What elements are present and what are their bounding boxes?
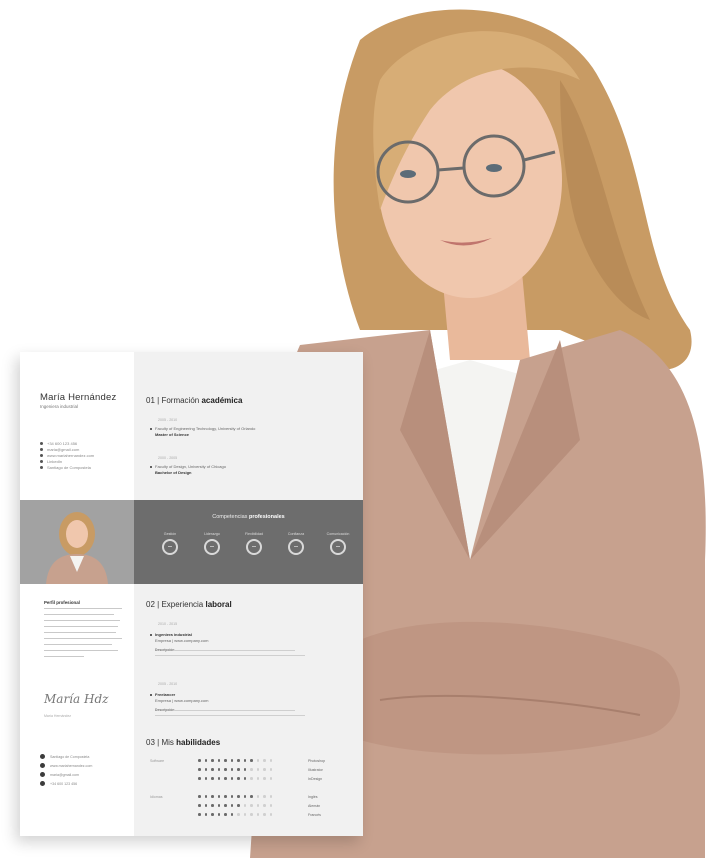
profile-photo-image <box>46 512 108 584</box>
skill-category: Idiomas <box>150 794 163 799</box>
skill-name: Francés <box>308 812 321 817</box>
education-title: 01 | Formación académica <box>146 396 243 405</box>
competency-item: Confianza <box>280 532 312 555</box>
competency-item: Comunicación <box>322 532 354 555</box>
resume-card: María Hernández Ingeniera industrial +34… <box>20 352 363 836</box>
signature: María Hdz <box>44 692 109 706</box>
skill-row: InDesign <box>150 774 350 783</box>
skill-level <box>198 804 302 807</box>
skill-row: Software Photoshop <box>150 756 350 765</box>
profile-text <box>44 608 124 662</box>
contact-item: www.mariahernandez.com <box>40 452 94 458</box>
profile-title: Perfil profesional <box>44 600 80 605</box>
experience-description: Descripción <box>155 708 315 718</box>
skills-group: Software Photoshop Illustrator InDesign <box>150 756 350 783</box>
skill-level <box>198 759 302 762</box>
skill-row: Alemán <box>150 801 350 810</box>
skill-level <box>198 777 302 780</box>
web-icon <box>40 453 43 457</box>
skill-row: Illustrator <box>150 765 350 774</box>
gauge-icon <box>204 539 220 555</box>
skills-title: 03 | Mis habilidades <box>146 738 221 747</box>
location-icon <box>40 465 43 469</box>
experience-years: 2005 - 2010 <box>158 682 178 686</box>
skill-name: Alemán <box>308 803 321 808</box>
gauge-icon <box>246 539 262 555</box>
contact-item: Santiago de Compostela <box>40 464 94 470</box>
skill-name: Illustrator <box>308 767 323 772</box>
email-icon <box>40 772 45 777</box>
education-years: 2000 - 2005 <box>158 456 178 460</box>
contact-item: www.mariahernandez.com <box>40 761 92 770</box>
phone-icon <box>40 781 45 786</box>
competencies-title: Competencias profesionales <box>212 514 285 520</box>
competency-item: Flexibilidad <box>238 532 270 555</box>
resume-job-title: Ingeniera industrial <box>40 404 79 409</box>
web-icon <box>40 763 45 768</box>
skill-level <box>198 813 302 816</box>
resume-name: María Hernández <box>40 392 117 403</box>
competency-item: Liderazgo <box>196 532 228 555</box>
education-years: 2005 - 2010 <box>158 418 178 422</box>
skills-group: Idiomas Inglés Alemán Francés <box>150 792 350 819</box>
gauge-icon <box>288 539 304 555</box>
profile-photo <box>20 500 134 584</box>
signature-caption: María Hernández <box>44 714 72 718</box>
experience-title: 02 | Experiencia laboral <box>146 600 232 609</box>
contact-item: maria@gmail.com <box>40 770 92 779</box>
gauge-icon <box>162 539 178 555</box>
phone-icon <box>40 441 43 445</box>
skill-row: Idiomas Inglés <box>150 792 350 801</box>
skill-name: InDesign <box>308 776 323 781</box>
experience-description: Descripción <box>155 648 315 658</box>
contact-item: Santiago de Compostela <box>40 752 92 761</box>
skill-level <box>198 768 302 771</box>
competency-item: Gestión <box>154 532 186 555</box>
email-icon <box>40 447 43 451</box>
experience-entry: Freelancer Empresa | www.company.com <box>150 692 208 703</box>
gauge-icon <box>330 539 346 555</box>
skill-level <box>198 795 302 798</box>
location-icon <box>40 754 45 759</box>
experience-entry: Ingeniera industrial Empresa | www.compa… <box>150 632 208 643</box>
experience-years: 2010 - 2015 <box>158 622 178 626</box>
contact-list-secondary: Santiago de Compostela www.mariahernande… <box>40 752 92 788</box>
education-entry: Faculty of Design, University of Chicago… <box>150 464 226 475</box>
contact-item: +34 600 123 456 <box>40 779 92 788</box>
skill-category: Software <box>150 758 165 763</box>
skill-name: Inglés <box>308 794 318 799</box>
linkedin-icon <box>40 459 43 463</box>
contact-list: +34 600 123 456 maria@gmail.com www.mari… <box>40 440 94 470</box>
skill-row: Francés <box>150 810 350 819</box>
skill-name: Photoshop <box>308 758 326 763</box>
competencies-list: Gestión Liderazgo Flexibilidad Confianza… <box>154 532 354 555</box>
education-entry: Faculty of Engineering Technology, Unive… <box>150 426 255 437</box>
